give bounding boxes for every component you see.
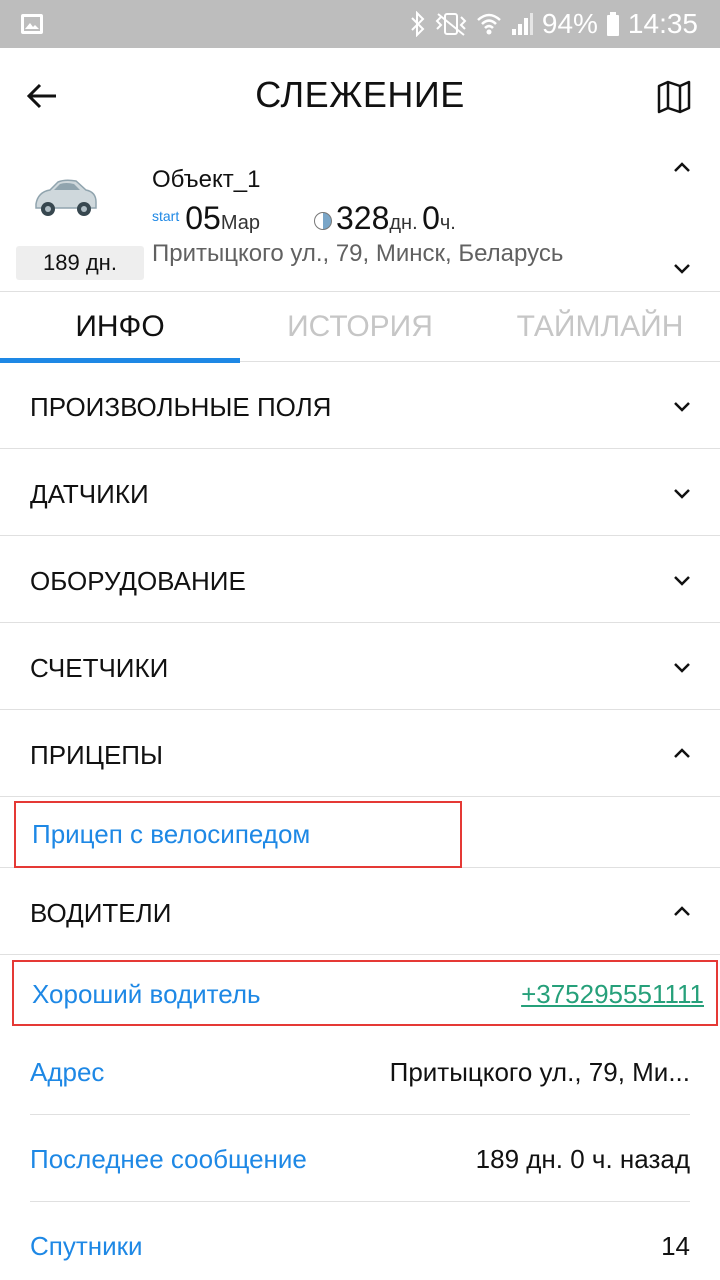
detail-key: Адрес — [30, 1057, 105, 1087]
section-label: ПРИЦЕПЫ — [30, 740, 163, 770]
duration-hours-unit: ч. — [439, 212, 456, 234]
page-title: СЛЕЖЕНИЕ — [255, 74, 465, 115]
battery-icon — [606, 12, 619, 36]
chevron-down-icon[interactable] — [670, 256, 694, 280]
trailer-row: Прицеп с велосипедом — [0, 797, 720, 868]
section-custom-fields[interactable]: ПРОИЗВОЛЬНЫЕ ПОЛЯ — [0, 362, 720, 449]
section-sensors[interactable]: ДАТЧИКИ — [0, 449, 720, 536]
detail-key: Спутники — [30, 1231, 143, 1261]
vibrate-icon — [435, 13, 467, 36]
section-label: СЧЕТЧИКИ — [30, 653, 169, 683]
detail-row-satellites: Спутники 14 — [0, 1202, 720, 1280]
signal-icon — [511, 13, 533, 35]
section-label: ВОДИТЕЛИ — [30, 898, 172, 928]
inactivity-badge: 189 дн. — [16, 246, 144, 280]
gallery-icon — [21, 14, 43, 34]
clock: 14:35 — [627, 8, 698, 39]
detail-value: Притыцкого ул., 79, Ми... — [389, 1057, 690, 1087]
duration-days: 328 — [335, 200, 390, 236]
chevron-down-icon — [674, 489, 690, 499]
trailer-link[interactable]: Прицеп с велосипедом — [32, 819, 310, 850]
start-month: Мар — [220, 212, 260, 234]
start-day: 05 — [185, 200, 221, 236]
duration-icon — [313, 212, 332, 230]
chevron-up-icon[interactable] — [670, 156, 694, 180]
car-icon — [35, 179, 97, 216]
start-label: start — [152, 208, 180, 224]
chevron-up-icon — [674, 748, 690, 758]
battery-percent: 94% — [541, 8, 598, 39]
detail-value: 189 дн. 0 ч. назад — [475, 1144, 690, 1174]
object-address: Притыцкого ул., 79, Минск, Беларусь — [152, 240, 564, 267]
section-trailers[interactable]: ПРИЦЕПЫ — [0, 710, 720, 797]
section-label: ДАТЧИКИ — [30, 479, 149, 509]
driver-row: Хороший водитель +375295551111 — [0, 955, 720, 1030]
section-drivers[interactable]: ВОДИТЕЛИ — [0, 868, 720, 955]
tab-timeline[interactable]: ТАЙМЛАЙН — [480, 292, 720, 362]
chevron-down-icon — [674, 576, 690, 586]
duration-hours: 0 — [422, 200, 440, 236]
wifi-icon — [477, 13, 501, 35]
duration: 328дн. 0ч. — [313, 200, 456, 237]
object-stats: start 05 Мар 328дн. 0ч. — [152, 200, 456, 240]
tab-history[interactable]: ИСТОРИЯ — [240, 292, 480, 362]
chevron-down-icon — [674, 402, 690, 412]
detail-row-last-message: Последнее сообщение 189 дн. 0 ч. назад — [0, 1115, 720, 1202]
driver-phone-link[interactable]: +375295551111 — [521, 979, 704, 1010]
tab-bar: ИНФО ИСТОРИЯ ТАЙМЛАЙН — [0, 292, 720, 363]
chevron-up-icon — [674, 906, 690, 916]
section-equipment[interactable]: ОБОРУДОВАНИЕ — [0, 536, 720, 623]
tab-info[interactable]: ИНФО — [0, 292, 240, 363]
section-label: ОБОРУДОВАНИЕ — [30, 566, 246, 596]
driver-link[interactable]: Хороший водитель — [32, 979, 261, 1010]
detail-key: Последнее сообщение — [30, 1144, 307, 1174]
bluetooth-icon — [411, 11, 425, 37]
status-bar: 94% 14:35 — [0, 0, 720, 48]
object-name: Объект_1 — [152, 166, 261, 193]
section-counters[interactable]: СЧЕТЧИКИ — [0, 623, 720, 710]
detail-value: 14 — [661, 1231, 690, 1261]
object-card[interactable]: 189 дн. Объект_1 start 05 Мар 328дн. 0ч.… — [0, 144, 720, 292]
map-icon[interactable] — [656, 78, 692, 114]
app-bar: СЛЕЖЕНИЕ — [0, 48, 720, 144]
chevron-down-icon — [674, 663, 690, 673]
detail-row-address: Адрес Притыцкого ул., 79, Ми... — [0, 1028, 720, 1115]
section-label: ПРОИЗВОЛЬНЫЕ ПОЛЯ — [30, 392, 332, 422]
duration-days-unit: дн. — [389, 212, 418, 234]
